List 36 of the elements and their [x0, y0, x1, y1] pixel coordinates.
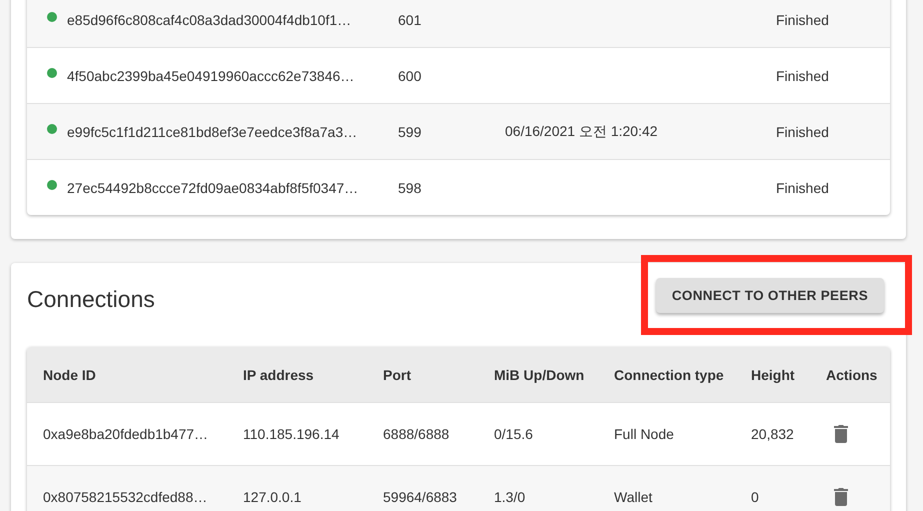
block-height: 598	[398, 180, 422, 196]
column-header: Height	[751, 366, 796, 382]
block-hash[interactable]: 27ec54492b8ccce72fd09ae0834abf8f5f0347…	[67, 180, 398, 196]
block-status: Finished	[776, 68, 830, 84]
node-id: 0xa9e8ba20fdedb1b477…	[43, 426, 210, 442]
ip-address: 127.0.0.1	[243, 489, 302, 505]
port: 59964/6883	[383, 489, 458, 505]
block-status: Finished	[776, 12, 830, 28]
trash-icon[interactable]	[834, 488, 848, 506]
block-hash[interactable]: e99fc5c1f1d211ce81bd8ef3e7eedce3f8a7a3…	[67, 124, 398, 140]
column-header: Node ID	[43, 366, 97, 382]
node-id: 0x80758215532cdfed88…	[43, 489, 208, 505]
block-time: 06/16/2021 오전 1:20:42	[505, 122, 659, 140]
port: 6888/6888	[383, 426, 450, 442]
block-status: Finished	[776, 180, 830, 196]
block-status: Finished	[776, 124, 830, 140]
block-height: 600	[398, 68, 422, 84]
block-hash[interactable]: 4f50abc2399ba45e04919960accc62e73846…	[67, 68, 398, 84]
column-header: Actions	[826, 366, 878, 382]
block-height: 599	[398, 124, 422, 140]
section-title: Connections	[27, 286, 155, 312]
trash-icon[interactable]	[834, 425, 848, 443]
peer-height: 20,832	[751, 426, 795, 442]
block-height: 601	[398, 12, 422, 28]
column-header: MiB Up/Down	[494, 366, 586, 382]
block-hash[interactable]: e85d96f6c808caf4c08a3dad30004f4db10f1…	[67, 12, 398, 28]
column-header: Port	[383, 366, 412, 382]
peer-height: 0	[751, 489, 760, 505]
column-header: IP address	[243, 366, 315, 382]
connect-button[interactable]: CONNECT TO OTHER PEERS	[656, 278, 884, 312]
connection-type: Wallet	[614, 489, 654, 505]
traffic: 0/15.6	[494, 426, 534, 442]
connection-type: Full Node	[614, 426, 675, 442]
column-header: Connection type	[614, 366, 725, 382]
ip-address: 110.185.196.14	[243, 426, 340, 442]
traffic: 1.3/0	[494, 489, 526, 505]
